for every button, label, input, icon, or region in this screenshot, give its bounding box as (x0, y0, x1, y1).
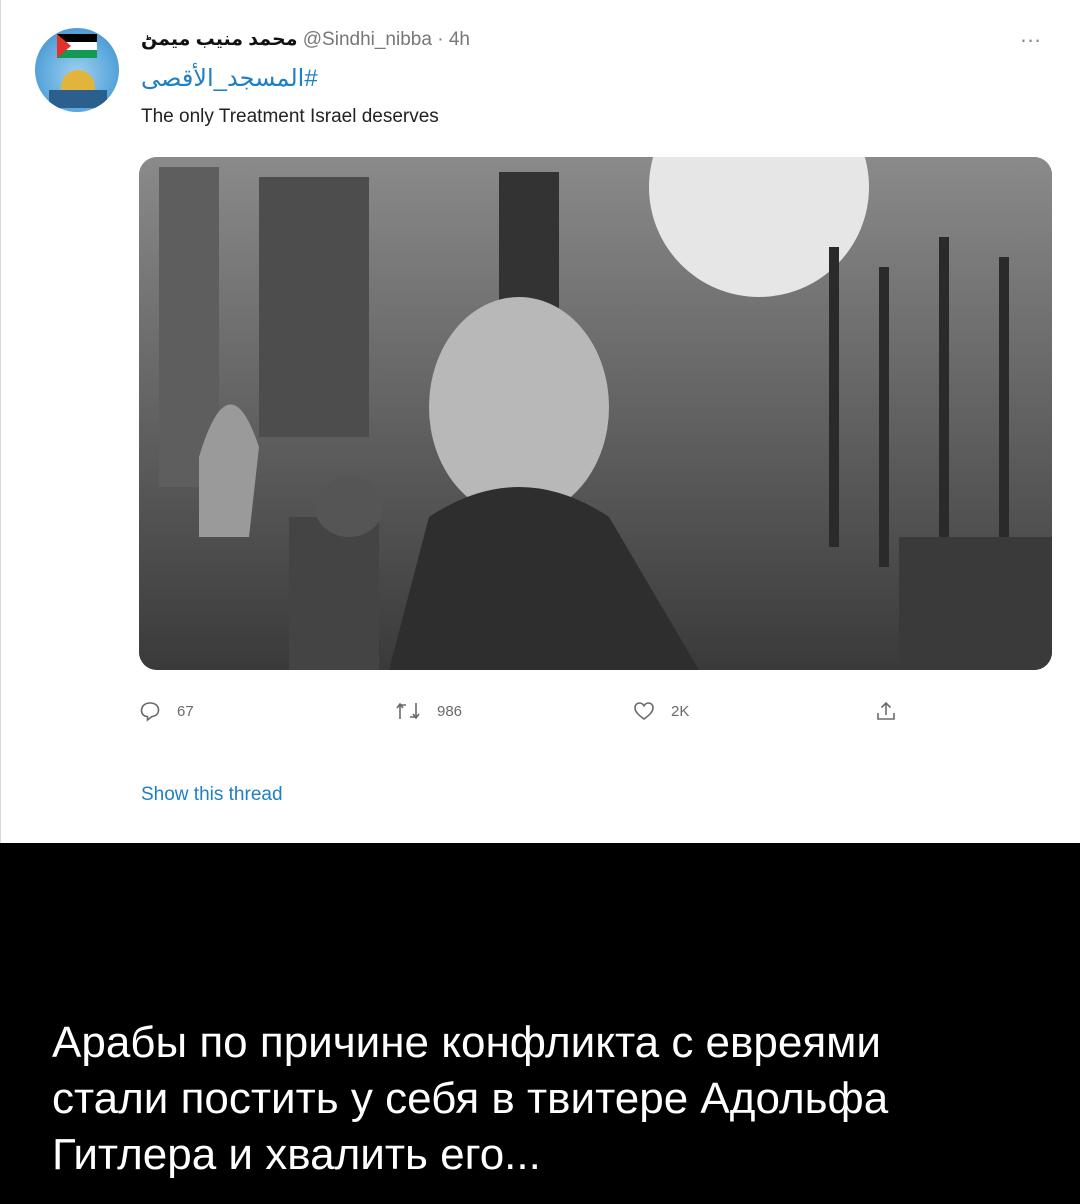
tweet-photo[interactable] (139, 157, 1052, 670)
retweet-button[interactable]: 986 (395, 700, 462, 722)
more-options-icon[interactable]: ... (1011, 24, 1051, 48)
heart-icon (634, 702, 654, 720)
hashtag-link[interactable]: #المسجد_الأقصى (141, 64, 318, 93)
tweet-card[interactable]: محمد منيب ميمڻ @Sindhi_nibba · 4h ... #ا… (0, 0, 1080, 843)
caption-panel: Арабы по причине конфликта с евреями ста… (0, 843, 1080, 1204)
tweet-actions: 67 986 2K (139, 700, 1052, 726)
tweet-header: محمد منيب ميمڻ @Sindhi_nibba · 4h (141, 28, 470, 51)
reply-count: 67 (177, 702, 194, 720)
palestine-flag-icon (57, 34, 97, 58)
share-button[interactable] (875, 700, 913, 722)
display-name[interactable]: محمد منيب ميمڻ (141, 29, 297, 50)
building-base (49, 90, 107, 108)
dome-icon (61, 70, 95, 90)
reply-button[interactable]: 67 (139, 700, 194, 722)
handle[interactable]: @Sindhi_nibba (303, 29, 432, 50)
share-icon (877, 701, 895, 720)
separator: · (437, 29, 444, 50)
avatar[interactable] (35, 28, 119, 112)
like-count: 2K (671, 702, 690, 720)
retweet-count: 986 (437, 702, 463, 720)
tweet-text: The only Treatment Israel deserves (141, 106, 439, 127)
caption-text: Арабы по причине конфликта с евреями ста… (52, 1018, 889, 1179)
photo-placeholder-icon (139, 157, 1052, 670)
like-button[interactable]: 2K (633, 700, 689, 722)
timestamp[interactable]: 4h (449, 29, 470, 50)
reply-icon (140, 702, 160, 722)
retweet-icon (396, 702, 420, 720)
show-thread-link[interactable]: Show this thread (141, 784, 283, 806)
